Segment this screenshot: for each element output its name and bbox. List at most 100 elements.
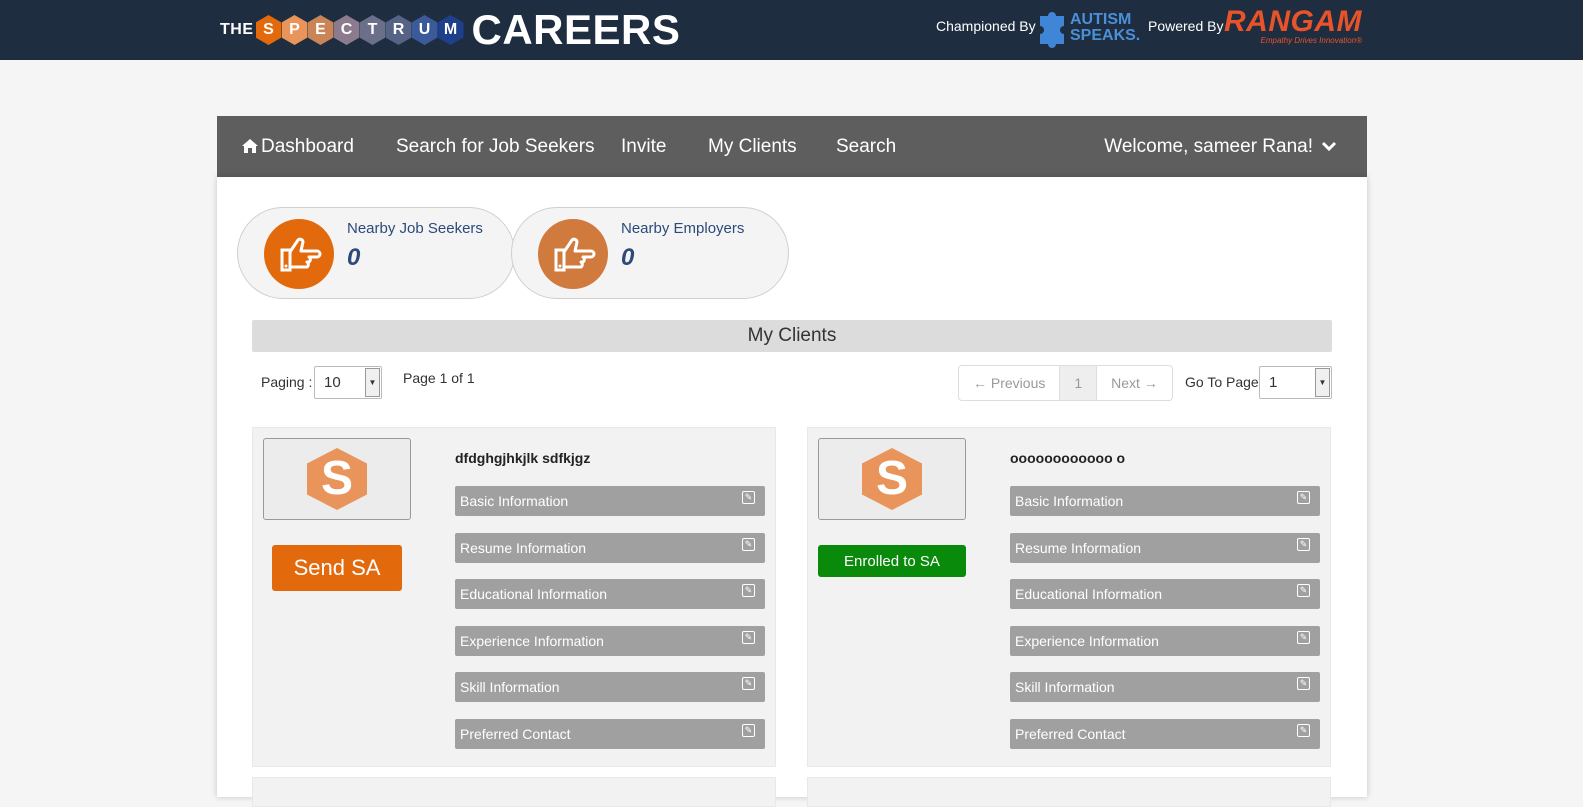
stat-job-seekers-count: 0 <box>347 244 361 271</box>
autism-speaks-logo[interactable]: AUTISM SPEAKS. <box>1036 8 1140 48</box>
edit-icon[interactable]: ✎ <box>742 538 755 551</box>
info-row-label: Resume Information <box>1015 540 1142 556</box>
spectrum-careers-logo[interactable]: THE S P E C T R U M CAREERS <box>220 6 681 53</box>
brand-hex-letter: C <box>333 15 360 45</box>
puzzle-piece-icon <box>1036 8 1068 48</box>
nav-dashboard-label: Dashboard <box>261 136 354 157</box>
avatar-letter: S <box>862 448 922 510</box>
info-row-skill[interactable]: Skill Information ✎ <box>455 672 765 702</box>
info-row-experience[interactable]: Experience Information ✎ <box>1010 626 1320 656</box>
main-panel: Nearby Job Seekers 0 Nearby Employers 0 … <box>217 177 1367 807</box>
thumbs-pointing-icon <box>538 219 608 289</box>
client-name: oooooooooooo o <box>1010 450 1126 466</box>
top-header: THE S P E C T R U M CAREERS Championed B… <box>0 0 1583 60</box>
nav-dashboard[interactable]: Dashboard <box>241 136 354 160</box>
edit-icon[interactable]: ✎ <box>742 724 755 737</box>
caret-down-icon: ▼ <box>365 368 380 397</box>
edit-icon[interactable]: ✎ <box>1297 677 1310 690</box>
goto-page-select[interactable]: 1 ▼ <box>1259 366 1332 399</box>
info-row-label: Experience Information <box>460 633 604 649</box>
edit-icon[interactable]: ✎ <box>742 584 755 597</box>
goto-page-value: 1 <box>1269 374 1278 391</box>
avatar[interactable]: S <box>263 438 411 520</box>
autism-speaks-line1: AUTISM <box>1070 11 1132 28</box>
goto-page-label: Go To Page: <box>1185 374 1263 390</box>
caret-down-icon: ▼ <box>1315 368 1330 397</box>
user-menu[interactable]: Welcome, sameer Rana! <box>1104 136 1337 158</box>
edit-icon[interactable]: ✎ <box>742 631 755 644</box>
brand-hex-letter: T <box>359 15 386 45</box>
avatar[interactable]: S <box>818 438 966 520</box>
paging-select-value: 10 <box>324 374 341 391</box>
edit-icon[interactable]: ✎ <box>1297 584 1310 597</box>
client-card <box>807 777 1331 807</box>
info-row-basic[interactable]: Basic Information ✎ <box>455 486 765 516</box>
edit-icon[interactable]: ✎ <box>1297 491 1310 504</box>
info-row-label: Educational Information <box>460 586 608 602</box>
previous-page-button[interactable]: ← Previous <box>959 366 1061 400</box>
powered-by-label: Powered By <box>1148 18 1224 34</box>
info-row-label: Basic Information <box>460 493 569 509</box>
info-row-preferred-contact[interactable]: Preferred Contact ✎ <box>455 719 765 749</box>
stat-employers-label: Nearby Employers <box>621 220 745 237</box>
page-number-button[interactable]: 1 <box>1060 366 1098 400</box>
nav-search[interactable]: Search <box>836 136 896 158</box>
brand-the: THE <box>220 21 254 38</box>
info-row-experience[interactable]: Experience Information ✎ <box>455 626 765 656</box>
thumbs-pointing-icon <box>264 219 334 289</box>
info-row-label: Preferred Contact <box>1015 726 1126 742</box>
info-row-resume[interactable]: Resume Information ✎ <box>455 533 765 563</box>
send-sa-button[interactable]: Send SA <box>272 545 402 591</box>
nav-invite[interactable]: Invite <box>621 136 666 158</box>
nav-my-clients[interactable]: My Clients <box>708 136 797 158</box>
edit-icon[interactable]: ✎ <box>1297 538 1310 551</box>
brand-hex-letter: P <box>281 15 308 45</box>
brand-hex-letter: M <box>437 15 464 45</box>
brand-hex-letter: S <box>255 15 282 45</box>
info-row-label: Educational Information <box>1015 586 1163 602</box>
home-icon <box>241 138 259 160</box>
info-row-basic[interactable]: Basic Information ✎ <box>1010 486 1320 516</box>
client-card: S Send SA dfdghgjhkjlk sdfkjgz Basic Inf… <box>252 427 776 767</box>
brand-hex-letter: U <box>411 15 438 45</box>
stat-nearby-employers[interactable]: Nearby Employers 0 <box>511 207 789 299</box>
info-row-preferred-contact[interactable]: Preferred Contact ✎ <box>1010 719 1320 749</box>
info-row-label: Resume Information <box>460 540 587 556</box>
client-card: S Enrolled to SA oooooooooooo o Basic In… <box>807 427 1331 767</box>
enrolled-to-sa-button[interactable]: Enrolled to SA <box>818 545 966 577</box>
rangam-wordmark: RANGAM <box>1224 5 1362 38</box>
client-name: dfdghgjhkjlk sdfkjgz <box>455 450 591 466</box>
next-page-button[interactable]: Next → <box>1097 366 1172 400</box>
stat-job-seekers-label: Nearby Job Seekers <box>347 220 483 237</box>
edit-icon[interactable]: ✎ <box>1297 631 1310 644</box>
brand-spectrum-hexes: S P E C T R U M <box>255 15 464 45</box>
info-row-skill[interactable]: Skill Information ✎ <box>1010 672 1320 702</box>
edit-icon[interactable]: ✎ <box>742 677 755 690</box>
nav-search-job-seekers[interactable]: Search for Job Seekers <box>396 136 595 158</box>
info-row-label: Preferred Contact <box>460 726 571 742</box>
stat-nearby-job-seekers[interactable]: Nearby Job Seekers 0 <box>237 207 515 299</box>
stat-employers-count: 0 <box>621 244 635 271</box>
paging-select[interactable]: 10 ▼ <box>314 366 382 399</box>
rangam-logo[interactable]: RANGAM Empathy Drives Innovation® <box>1224 5 1362 46</box>
info-row-resume[interactable]: Resume Information ✎ <box>1010 533 1320 563</box>
brand-hex-letter: E <box>307 15 334 45</box>
info-row-educational[interactable]: Educational Information ✎ <box>1010 579 1320 609</box>
info-row-label: Skill Information <box>1015 679 1115 695</box>
brand-careers: CAREERS <box>471 6 681 53</box>
brand-hex-letter: R <box>385 15 412 45</box>
autism-speaks-line2: SPEAKS. <box>1070 27 1141 44</box>
pagination: ← Previous 1 Next → <box>958 365 1173 401</box>
info-row-label: Experience Information <box>1015 633 1159 649</box>
client-card <box>252 777 776 807</box>
welcome-text: Welcome, sameer Rana! <box>1104 136 1313 157</box>
info-row-label: Skill Information <box>460 679 560 695</box>
section-title: My Clients <box>252 320 1332 352</box>
championed-by-label: Championed By <box>936 18 1036 34</box>
info-row-educational[interactable]: Educational Information ✎ <box>455 579 765 609</box>
edit-icon[interactable]: ✎ <box>1297 724 1310 737</box>
avatar-letter: S <box>307 448 367 510</box>
chevron-down-icon <box>1321 136 1337 158</box>
page-info: Page 1 of 1 <box>403 370 475 386</box>
edit-icon[interactable]: ✎ <box>742 491 755 504</box>
